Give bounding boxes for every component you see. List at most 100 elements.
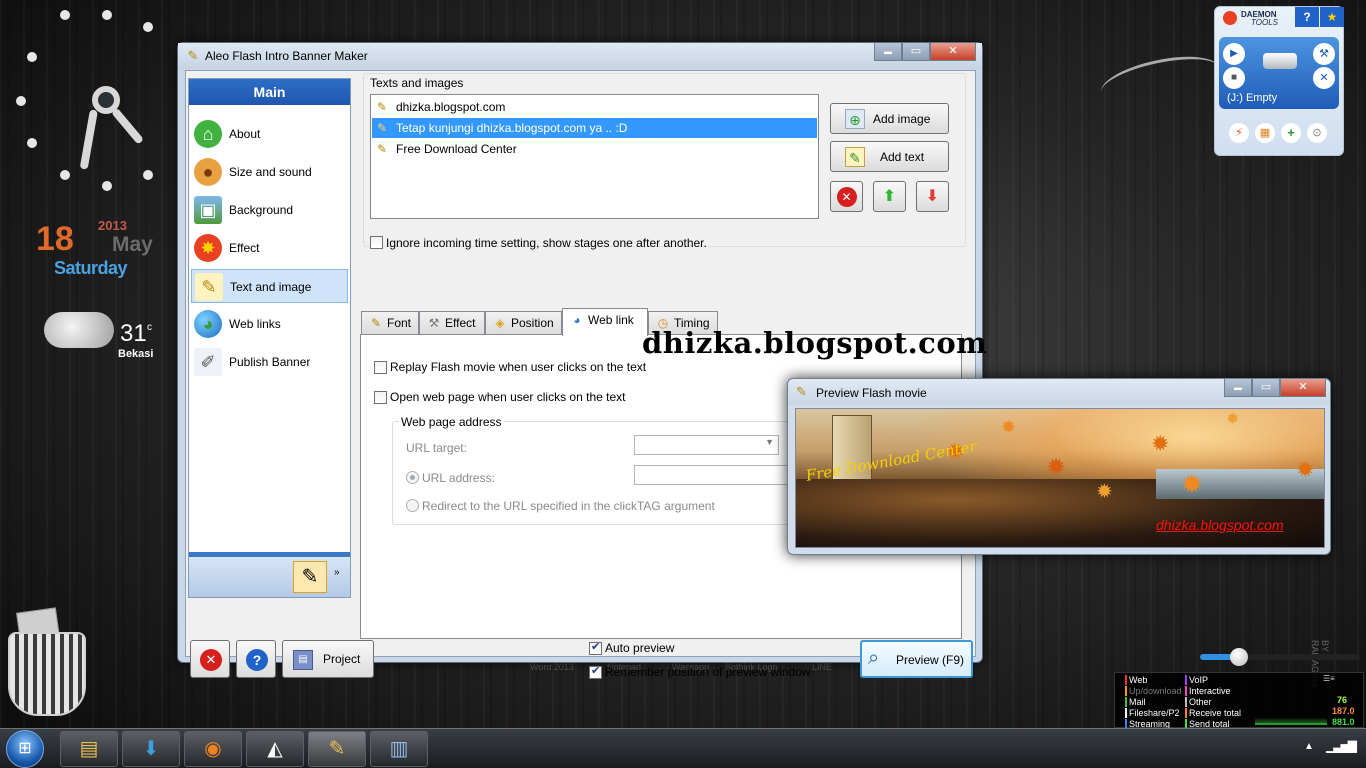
chevron-down-icon: ▼ bbox=[765, 437, 774, 447]
net-legend-other: Other bbox=[1185, 697, 1212, 707]
daemon-drives-icon[interactable]: ⊙ bbox=[1307, 123, 1327, 143]
taskbar-download-manager-button[interactable]: ⬇ bbox=[122, 731, 180, 767]
nav-item-text-and-image[interactable]: ✎ Text and image bbox=[191, 269, 348, 303]
add-image-icon: ⊕ bbox=[845, 109, 865, 129]
taskbar-media-player-button[interactable]: ◭ bbox=[246, 731, 304, 767]
stop-icon[interactable]: ■ bbox=[1223, 67, 1245, 89]
daemon-add-drive-icon[interactable]: + bbox=[1281, 123, 1301, 143]
text-item-list[interactable]: ✎ dhizka.blogspot.com ✎ Tetap kunjungi d… bbox=[370, 94, 819, 219]
list-item[interactable]: ✎ dhizka.blogspot.com bbox=[372, 97, 817, 117]
taskbar: ⊞ ▤ ⬇ ◉ ◭ ✎ ▥ ▲ ▁▃▅▇ bbox=[0, 728, 1366, 768]
replay-checkbox[interactable] bbox=[374, 361, 387, 374]
delete-item-button[interactable]: ✕ bbox=[830, 181, 863, 212]
daemon-quick-mount-icon[interactable]: ⚡ bbox=[1229, 123, 1249, 143]
auto-preview-label[interactable]: Auto preview bbox=[605, 641, 674, 655]
preview-button[interactable]: ⌕ Preview (F9) bbox=[860, 640, 973, 678]
taskbar-firefox-button[interactable]: ◉ bbox=[184, 731, 242, 767]
taskbar-app-button[interactable]: ▥ bbox=[370, 731, 428, 767]
overlay-watermark-text: dhizka.blogspot.com bbox=[642, 326, 988, 360]
flash-banner-preview[interactable]: ✹ ✹ ✹ ✹ ✹ ✹ ✹ ✹ Free Download Center dhi… bbox=[795, 408, 1325, 548]
text-and-image-shortcut-button[interactable]: ✎ bbox=[293, 561, 327, 593]
tray-arrow-icon[interactable]: ▲ bbox=[1304, 741, 1314, 752]
weather-city: Bekasi bbox=[118, 348, 154, 360]
list-item[interactable]: ✎ Free Download Center bbox=[372, 139, 817, 159]
minimize-button[interactable]: ▬ bbox=[874, 43, 902, 61]
taskbar-banner-maker-button[interactable]: ✎ bbox=[308, 731, 366, 767]
list-item-selected[interactable]: ✎ Tetap kunjungi dhizka.blogspot.com ya … bbox=[372, 118, 817, 138]
daemon-drive-panel[interactable]: ▶ ■ ⚒ ✕ (J:) Empty bbox=[1219, 37, 1339, 109]
desktop-swirl bbox=[1097, 47, 1223, 113]
maximize-button[interactable]: ▭ bbox=[902, 43, 930, 61]
volume-slider[interactable] bbox=[1200, 648, 1360, 666]
tab-label: Web link bbox=[588, 313, 634, 327]
net-legend-fileshare: Fileshare/P2 bbox=[1125, 708, 1180, 718]
volume-slider-thumb[interactable] bbox=[1230, 648, 1248, 666]
help-button[interactable]: ? bbox=[236, 640, 276, 678]
floppy-disk-icon: ▤ bbox=[293, 650, 313, 670]
move-up-button[interactable]: ⬆ bbox=[873, 181, 906, 212]
wrench-icon[interactable]: ⚒ bbox=[1313, 43, 1335, 65]
globe-icon: ◕ bbox=[573, 313, 581, 327]
nav-item-publish-banner[interactable]: ✐ Publish Banner bbox=[191, 345, 348, 379]
redirect-radio[interactable] bbox=[406, 499, 419, 512]
globe-icon: ◕ bbox=[194, 310, 222, 338]
tab-label: Position bbox=[511, 316, 554, 330]
url-target-select[interactable]: ▼ bbox=[634, 435, 779, 455]
url-address-radio[interactable] bbox=[406, 471, 419, 484]
preview-maximize-button[interactable]: ▭ bbox=[1252, 379, 1280, 397]
app-pencil-icon: ✎ bbox=[187, 48, 199, 63]
net-menu-icon[interactable]: ☰≡ bbox=[1323, 674, 1335, 683]
tab-position[interactable]: ◈ Position bbox=[485, 311, 562, 335]
net-legend-interactive: Interactive bbox=[1185, 686, 1231, 696]
magnifier-icon: ⌕ bbox=[868, 647, 880, 669]
nav-item-about[interactable]: ⌂ About bbox=[191, 117, 348, 151]
daemon-settings-button[interactable]: ★ bbox=[1320, 7, 1344, 27]
net-legend-mail: Mail bbox=[1125, 697, 1146, 707]
replay-label[interactable]: Replay Flash movie when user clicks on t… bbox=[390, 360, 646, 374]
add-text-icon: ✎ bbox=[845, 147, 865, 167]
nav-item-effect[interactable]: ✸ Effect bbox=[191, 231, 348, 265]
eject-close-icon[interactable]: ✕ bbox=[1313, 67, 1335, 89]
tab-font[interactable]: ✎ Font bbox=[361, 311, 419, 335]
daemon-help-button[interactable]: ? bbox=[1295, 7, 1319, 27]
pencil-icon: ✎ bbox=[377, 100, 388, 114]
preview-close-button[interactable]: ✕ bbox=[1280, 379, 1326, 397]
nav-item-web-links[interactable]: ◕ Web links bbox=[191, 307, 348, 341]
network-signal-icon[interactable]: ▁▃▅▇ bbox=[1326, 739, 1357, 753]
auto-preview-checkbox[interactable] bbox=[589, 640, 602, 655]
remember-position-checkbox[interactable] bbox=[589, 664, 602, 679]
ignore-timing-checkbox[interactable] bbox=[370, 236, 383, 249]
add-text-button[interactable]: ✎ Add text bbox=[830, 141, 949, 172]
nav-item-size-and-sound[interactable]: ● Size and sound bbox=[191, 155, 348, 189]
tab-web-link[interactable]: ◕ Web link bbox=[562, 308, 648, 336]
start-button[interactable]: ⊞ bbox=[6, 730, 44, 768]
ignore-timing-label[interactable]: Ignore incoming time setting, show stage… bbox=[386, 236, 707, 250]
cookie-icon: ● bbox=[194, 158, 222, 186]
delete-button[interactable]: ✕ bbox=[190, 640, 230, 678]
move-down-button[interactable]: ⬇ bbox=[916, 181, 949, 212]
preview-minimize-button[interactable]: ▬ bbox=[1224, 379, 1252, 397]
autumn-leaf-icon: ✹ bbox=[1181, 469, 1203, 499]
preview-title-bar[interactable]: ✎ Preview Flash movie ▬ ▭ ✕ bbox=[788, 379, 1330, 405]
tab-label: Font bbox=[387, 316, 412, 330]
taskbar-explorer-button[interactable]: ▤ bbox=[60, 731, 118, 767]
button-label: Add text bbox=[880, 150, 925, 164]
dock-label[interactable]: LINE bbox=[812, 662, 832, 672]
daemon-images-icon[interactable]: ▦ bbox=[1255, 123, 1275, 143]
open-page-label[interactable]: Open web page when user clicks on the te… bbox=[390, 390, 625, 404]
button-label: Preview (F9) bbox=[896, 653, 965, 667]
recycle-bin-icon[interactable] bbox=[4, 607, 88, 720]
url-address-input[interactable] bbox=[634, 465, 792, 485]
tab-effect[interactable]: ⚒ Effect bbox=[419, 311, 485, 335]
close-button[interactable]: ✕ bbox=[930, 43, 976, 61]
dock-label[interactable]: Word 2013 bbox=[530, 662, 574, 672]
nav-chevron-icon[interactable]: » bbox=[334, 567, 340, 578]
project-button[interactable]: ▤ Project bbox=[282, 640, 374, 678]
add-image-button[interactable]: ⊕ Add image bbox=[830, 103, 949, 134]
daemon-tools-gadget: DAEMON TOOLS ? ★ ▶ ■ ⚒ ✕ (J:) Empty ⚡ ▦ … bbox=[1214, 6, 1344, 156]
open-page-checkbox[interactable] bbox=[374, 391, 387, 404]
play-icon[interactable]: ▶ bbox=[1223, 43, 1245, 65]
nav-item-background[interactable]: ▣ Background bbox=[191, 193, 348, 227]
remember-position-label[interactable]: Remember position of preview window bbox=[605, 665, 810, 679]
title-bar[interactable]: ✎ Aleo Flash Intro Banner Maker ▬ ▭ ✕ bbox=[178, 43, 982, 69]
